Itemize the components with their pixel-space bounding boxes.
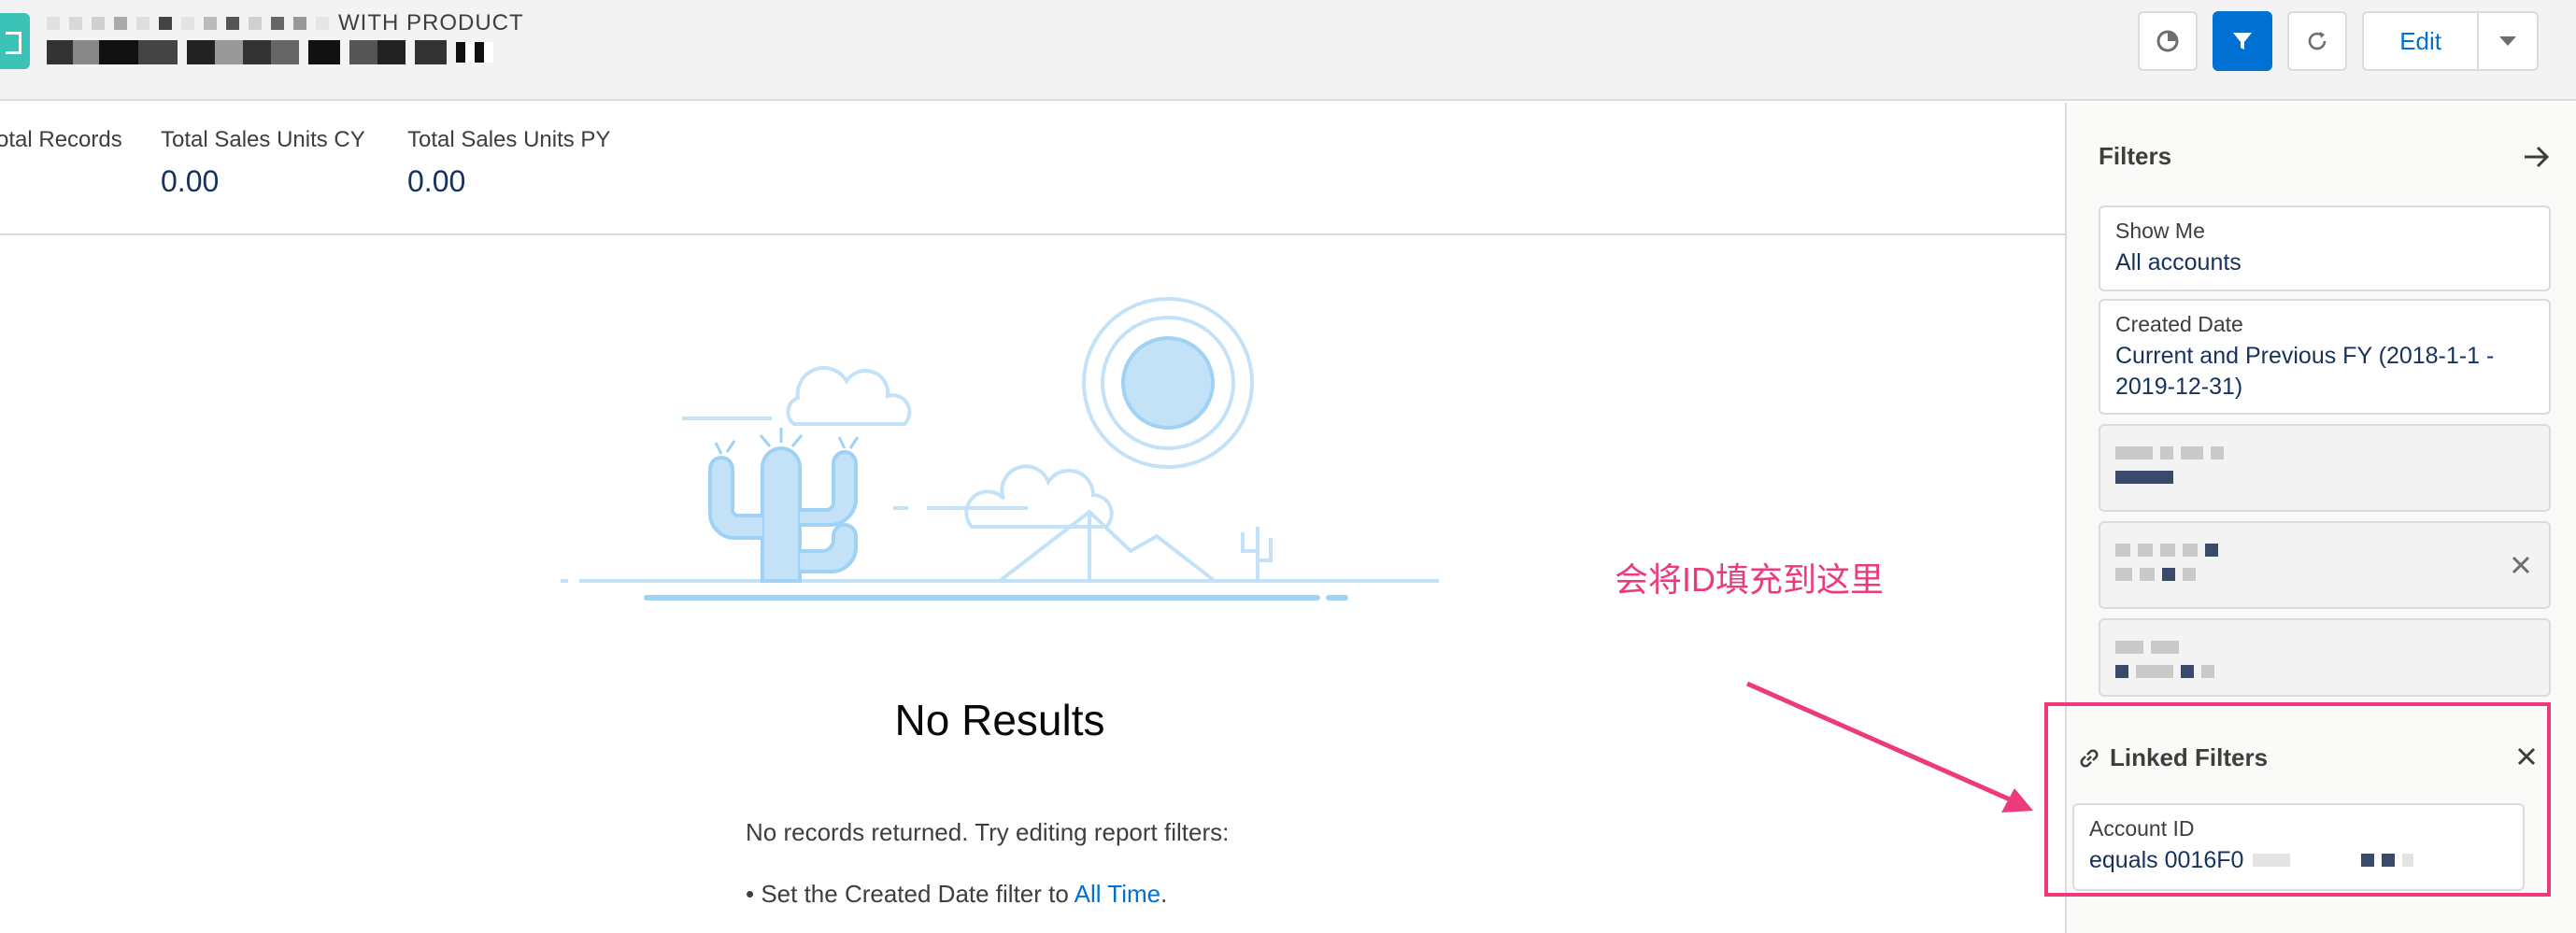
redacted-value [2115,663,2534,680]
no-results-title: No Results [894,696,1105,744]
filter-value: Current and Previous FY (2018-1-1 - 2019… [2115,343,2495,400]
no-results-suggestion: • Set the Created Date filter to All Tim… [746,880,1167,909]
redacted-title [187,40,299,64]
arrow-right-icon [2525,146,2550,168]
filter-value: equals 0016F0 [2089,845,2508,876]
filter-redacted-3[interactable] [2099,618,2551,697]
summary-metrics: otal Records Total Sales Units CY 0.00 T… [0,103,2065,235]
chart-toggle-button[interactable] [2138,11,2199,71]
filter-label: Account ID [2089,816,2195,841]
redacted-block [92,17,105,30]
redacted-block [249,17,262,30]
redacted-block [316,17,329,30]
redacted-block [293,17,306,30]
redacted-title [349,40,406,64]
redacted-block [47,17,60,30]
metric-value: 0.00 [407,164,466,198]
metric-value: 0.00 [161,164,220,198]
refresh-button[interactable] [2287,11,2348,71]
filter-toggle-button[interactable] [2213,11,2273,71]
report-type-label: WITH PRODUCT [47,9,524,37]
report-header: WITH PRODUCT Edit [0,0,2576,101]
annotation-arrow-icon [1745,681,2033,813]
no-results-message: No records returned. Try editing report … [746,818,1230,846]
edit-button[interactable]: Edit [2362,11,2479,71]
redacted-block [159,17,172,30]
filter-icon [2233,33,2253,49]
header-actions: Edit [2138,11,2539,71]
filter-redacted-1[interactable] [2099,424,2551,512]
metric-label: otal Records [0,127,122,152]
filter-label: Show Me [2115,219,2205,243]
all-time-link[interactable]: All Time [1075,880,1160,908]
report-title [47,35,493,69]
redacted-block [226,17,239,30]
annotation-note: 会将ID填充到这里 [1615,560,1885,599]
redacted-label [2115,542,2534,558]
report-app-icon [0,13,30,69]
redacted-block [271,17,284,30]
remove-linked-filters-button[interactable] [2512,742,2541,771]
metric-label: Total Sales Units CY [161,127,365,152]
metric-total-sales-units-py: Total Sales Units PY 0.00 [407,127,610,199]
redacted-block [136,17,149,30]
report-type-text: WITH PRODUCT [338,10,524,35]
redacted-title [456,42,493,63]
close-icon [2517,747,2536,766]
chart-icon [2156,30,2179,52]
filter-value: All accounts [2115,249,2242,276]
metric-total-sales-units-cy: Total Sales Units CY 0.00 [161,127,365,199]
redacted-block [69,17,82,30]
refresh-icon [2308,32,2327,50]
link-icon [2080,748,2099,768]
more-actions-button[interactable] [2479,11,2539,71]
filter-show-me[interactable]: Show Me All accounts [2099,205,2551,291]
chevron-down-icon [2499,36,2516,46]
filter-redacted-2[interactable] [2099,521,2551,609]
remove-filter-button[interactable] [2506,550,2536,580]
desert-illustration [561,297,1439,601]
redacted-title [47,40,178,64]
linked-filters-label: Linked Filters [2110,743,2269,771]
redacted-block [114,17,127,30]
metric-label: Total Sales Units PY [407,127,611,152]
redacted-block [204,17,217,30]
redacted-title [415,40,447,64]
redacted-value [2115,469,2534,486]
suggestion-prefix: • Set the Created Date filter to [746,880,1075,908]
filters-panel-title: Filters [2099,142,2172,170]
account-id-value: equals 0016F0 [2089,847,2244,873]
redacted-id [2253,852,2414,869]
redacted-label [2115,639,2534,656]
linked-filters-title: Linked Filters [2076,743,2268,772]
linked-filter-account-id[interactable]: Account ID equals 0016F0 [2072,803,2525,891]
metric-total-records: otal Records [0,127,122,164]
redacted-title [308,40,340,64]
redacted-label [2115,445,2534,461]
linked-filters-section: Linked Filters Account ID equals 0016F0 [2044,702,2551,897]
filter-created-date[interactable]: Created Date Current and Previous FY (20… [2099,299,2551,415]
filter-label: Created Date [2115,312,2243,336]
redacted-value [2115,566,2534,583]
edit-button-group: Edit [2362,11,2539,71]
collapse-filters-button[interactable] [2518,138,2555,176]
close-icon [2512,556,2530,574]
redacted-block [181,17,194,30]
suggestion-suffix: . [1160,880,1168,908]
